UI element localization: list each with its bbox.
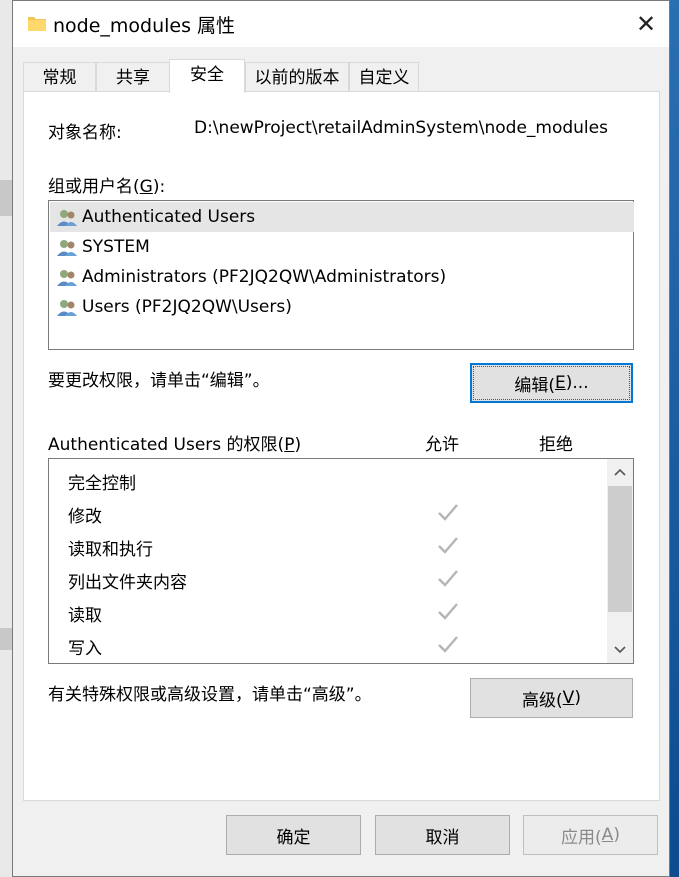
users-listbox[interactable]: Authenticated Users SYSTEM Administrator…	[48, 200, 634, 350]
permission-row-write: 写入	[49, 628, 609, 661]
background-scrollbar-fragment	[0, 628, 12, 650]
edit-button[interactable]: 编辑(E)...	[470, 363, 633, 403]
permissions-scrollbar[interactable]	[607, 459, 633, 663]
permission-row-read: 读取	[49, 595, 609, 628]
background-window-strip	[0, 0, 12, 877]
close-icon: ✕	[635, 10, 657, 38]
chevron-up-icon	[614, 468, 626, 476]
user-group-icon	[57, 240, 77, 256]
groups-label: 组或用户名(G):	[48, 177, 166, 197]
checkmark-icon	[438, 603, 458, 620]
tab-security[interactable]: 安全	[169, 59, 245, 93]
scrollbar-thumb[interactable]	[608, 486, 632, 612]
user-name: Administrators (PF2JQ2QW\Administrators)	[82, 267, 447, 287]
user-name: SYSTEM	[82, 237, 150, 257]
permission-name: 完全控制	[68, 474, 136, 494]
permission-row-read-execute: 读取和执行	[49, 529, 609, 562]
list-item-system[interactable]: SYSTEM	[50, 232, 634, 262]
background-scrollbar-fragment	[0, 180, 12, 216]
user-group-icon	[57, 270, 77, 286]
checkmark-icon	[438, 537, 458, 554]
tab-general[interactable]: 常规	[23, 62, 96, 92]
scroll-down-button[interactable]	[607, 637, 633, 663]
permission-row-list-folder: 列出文件夹内容	[49, 562, 609, 595]
window-title: node_modules 属性	[53, 15, 236, 37]
advanced-button[interactable]: 高级(V)	[470, 678, 633, 718]
permissions-list[interactable]: 完全控制 修改 读取和执行 列出文件夹内容 读取 写入	[48, 458, 634, 664]
security-panel: 对象名称: D:\newProject\retailAdminSystem\no…	[23, 91, 660, 801]
tab-sharing[interactable]: 共享	[96, 62, 170, 92]
permission-name: 写入	[68, 639, 102, 659]
tab-previous-versions[interactable]: 以前的版本	[245, 62, 349, 92]
list-item-authenticated-users[interactable]: Authenticated Users	[50, 202, 634, 232]
allow-column-header: 允许	[425, 435, 459, 455]
title-bar[interactable]: node_modules 属性 ✕	[13, 1, 669, 47]
list-item-users[interactable]: Users (PF2JQ2QW\Users)	[50, 292, 634, 322]
cancel-button[interactable]: 取消	[375, 815, 510, 855]
user-name: Users (PF2JQ2QW\Users)	[82, 297, 292, 317]
checkmark-icon	[438, 504, 458, 521]
ok-button[interactable]: 确定	[226, 815, 361, 855]
list-item-administrators[interactable]: Administrators (PF2JQ2QW\Administrators)	[50, 262, 634, 292]
permission-name: 读取和执行	[68, 540, 153, 560]
desktop-background	[670, 0, 679, 877]
object-name-value: D:\newProject\retailAdminSystem\node_mod…	[194, 118, 608, 138]
apply-button[interactable]: 应用(A)	[523, 815, 658, 855]
user-group-icon	[57, 210, 77, 226]
tab-customize[interactable]: 自定义	[349, 62, 419, 92]
permission-row-full-control: 完全控制	[49, 463, 609, 496]
advanced-hint: 有关特殊权限或高级设置，请单击“高级”。	[48, 685, 372, 705]
close-button[interactable]: ✕	[623, 1, 669, 47]
chevron-down-icon	[614, 646, 626, 654]
permission-name: 列出文件夹内容	[68, 573, 187, 593]
properties-dialog: node_modules 属性 ✕ 常规 共享 安全 以前的版本 自定义 对象名…	[12, 0, 670, 877]
permission-name: 修改	[68, 507, 102, 527]
edit-hint: 要更改权限，请单击“编辑”。	[48, 371, 270, 391]
checkmark-icon	[438, 570, 458, 587]
permissions-label: Authenticated Users 的权限(P)	[48, 435, 302, 455]
folder-icon	[28, 17, 46, 31]
scroll-up-button[interactable]	[607, 459, 633, 485]
object-name-label: 对象名称:	[48, 123, 122, 143]
checkmark-icon	[438, 636, 458, 653]
user-group-icon	[57, 300, 77, 316]
permission-name: 读取	[68, 606, 102, 626]
deny-column-header: 拒绝	[539, 435, 573, 455]
user-name: Authenticated Users	[82, 207, 256, 227]
permission-row-modify: 修改	[49, 496, 609, 529]
